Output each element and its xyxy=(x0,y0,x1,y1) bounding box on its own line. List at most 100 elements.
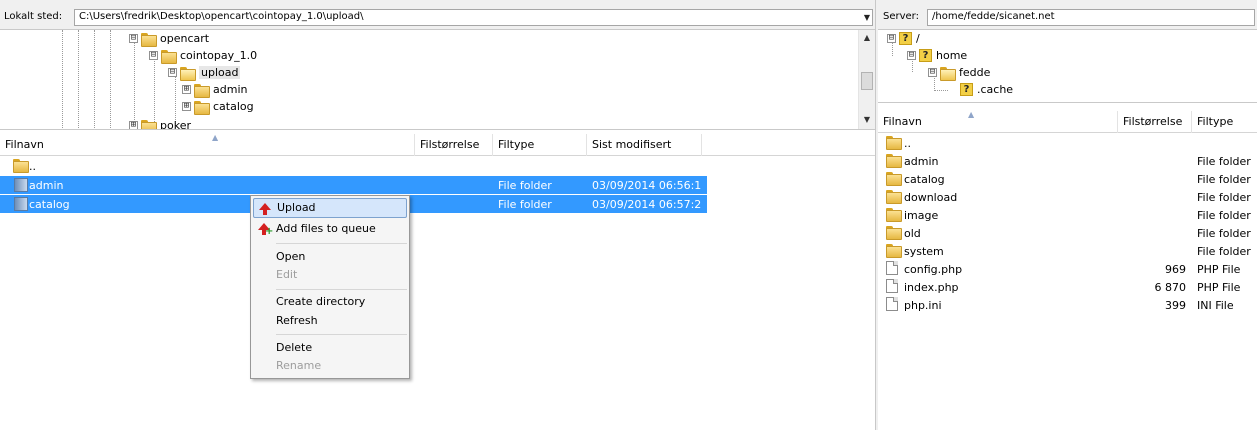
folder-icon xyxy=(161,49,177,64)
collapse-icon[interactable]: ⊟ xyxy=(907,51,916,60)
remote-file-list: .. admin File folder catalog File folder… xyxy=(878,134,1257,430)
column-filetype[interactable]: Filtype xyxy=(1192,111,1257,133)
collapse-icon[interactable]: ⊟ xyxy=(928,68,937,77)
folder-icon xyxy=(886,153,902,168)
list-item[interactable]: admin File folder xyxy=(878,152,1257,170)
expand-icon[interactable]: ⊞ xyxy=(182,85,191,94)
folder-icon xyxy=(886,243,902,258)
context-menu: Upload + Add files to queue Open Edit Cr… xyxy=(250,195,410,379)
folder-icon xyxy=(141,119,157,129)
folder-icon xyxy=(13,196,28,211)
folder-icon xyxy=(13,177,28,192)
column-filesize[interactable]: Filstørrelse xyxy=(415,134,493,156)
scroll-thumb[interactable] xyxy=(861,72,873,90)
column-modified[interactable]: Sist modifisert xyxy=(587,134,702,156)
question-icon: ? xyxy=(919,49,932,62)
question-icon: ? xyxy=(899,32,912,45)
menu-item-edit[interactable]: Edit xyxy=(253,265,407,285)
list-item[interactable]: system File folder xyxy=(878,242,1257,260)
scroll-down-icon[interactable]: ▼ xyxy=(859,112,875,128)
expand-icon[interactable]: ⊞ xyxy=(182,102,191,111)
tree-item-cointopay[interactable]: ⊟ cointopay_1.0 xyxy=(149,47,257,64)
menu-item-open[interactable]: Open xyxy=(253,247,407,267)
menu-item-add-to-queue[interactable]: + Add files to queue xyxy=(253,219,407,239)
tree-item-catalog[interactable]: ⊞ catalog xyxy=(182,98,254,115)
column-filename[interactable]: Filnavn ▲ xyxy=(878,111,1118,133)
remote-address-bar: Server: /home/fedde/sicanet.net xyxy=(878,0,1257,30)
sort-ascending-icon: ▲ xyxy=(212,134,219,142)
tree-item-opencart[interactable]: ⊟ opencart xyxy=(129,30,209,47)
menu-separator xyxy=(276,334,407,335)
tree-item-label: admin xyxy=(213,83,248,96)
folder-icon xyxy=(886,207,902,222)
upload-arrow-icon xyxy=(259,203,271,215)
list-item[interactable]: .. xyxy=(878,134,1257,152)
menu-item-upload[interactable]: Upload xyxy=(253,198,407,218)
column-filesize[interactable]: Filstørrelse xyxy=(1118,111,1192,133)
collapse-icon[interactable]: ⊟ xyxy=(887,34,896,43)
menu-separator xyxy=(276,243,407,244)
menu-item-refresh[interactable]: Refresh xyxy=(253,311,407,331)
column-filetype[interactable]: Filtype xyxy=(493,134,587,156)
file-icon xyxy=(886,278,898,293)
menu-item-create-directory[interactable]: Create directory xyxy=(253,292,407,312)
local-address-input[interactable]: C:\Users\fredrik\Desktop\opencart\cointo… xyxy=(74,9,873,26)
tree-item-admin[interactable]: ⊞ admin xyxy=(182,81,247,98)
local-address-label: Lokalt sted: xyxy=(4,11,63,22)
menu-item-delete[interactable]: Delete xyxy=(253,338,407,358)
tree-item-label: .cache xyxy=(977,83,1014,96)
local-pane: Lokalt sted: C:\Users\fredrik\Desktop\op… xyxy=(0,0,875,430)
folder-icon xyxy=(886,225,902,240)
list-item-admin[interactable]: admin File folder 03/09/2014 06:56:16 xyxy=(0,176,707,194)
tree-item-label: opencart xyxy=(160,32,210,45)
folder-icon xyxy=(886,189,902,204)
tree-item-label: / xyxy=(916,32,920,45)
list-item[interactable]: download File folder xyxy=(878,188,1257,206)
tree-item-label: upload xyxy=(199,66,241,79)
sort-ascending-icon: ▲ xyxy=(968,111,975,119)
list-item[interactable]: image File folder xyxy=(878,206,1257,224)
folder-icon xyxy=(13,158,29,173)
tree-item-poker[interactable]: ⊞ poker xyxy=(129,117,191,130)
list-item[interactable]: php.ini 399 INI File xyxy=(878,296,1257,314)
local-list-header: Filnavn ▲ Filstørrelse Filtype Sist modi… xyxy=(0,134,875,156)
tree-item-root[interactable]: ⊟ ? / xyxy=(887,30,920,47)
list-item[interactable]: index.php 6 870 PHP File xyxy=(878,278,1257,296)
remote-pane: Server: /home/fedde/sicanet.net ⊟ ? / ⊟ … xyxy=(878,0,1257,430)
folder-icon xyxy=(194,83,210,98)
local-address-value: C:\Users\fredrik\Desktop\opencart\cointo… xyxy=(79,11,364,22)
folder-icon xyxy=(886,135,902,150)
tree-item-upload[interactable]: ⊟ upload xyxy=(168,64,241,81)
list-item-parent[interactable]: .. xyxy=(0,157,415,175)
remote-address-value: /home/fedde/sicanet.net xyxy=(932,11,1055,22)
tree-item-cache[interactable]: ? .cache xyxy=(960,81,1013,98)
tree-item-fedde[interactable]: ⊟ fedde xyxy=(928,64,990,81)
collapse-icon[interactable]: ⊟ xyxy=(149,51,158,60)
add-to-queue-icon: + xyxy=(258,223,273,237)
list-item[interactable]: catalog File folder xyxy=(878,170,1257,188)
remote-address-input[interactable]: /home/fedde/sicanet.net xyxy=(927,9,1255,26)
tree-item-label: home xyxy=(936,49,968,62)
list-item[interactable]: config.php 969 PHP File xyxy=(878,260,1257,278)
remote-address-label: Server: xyxy=(883,11,919,22)
remote-list-header: Filnavn ▲ Filstørrelse Filtype xyxy=(878,111,1257,133)
list-item[interactable]: old File folder xyxy=(878,224,1257,242)
expand-icon[interactable]: ⊞ xyxy=(129,121,138,129)
folder-icon xyxy=(194,100,210,115)
folder-icon xyxy=(141,32,157,47)
local-address-bar: Lokalt sted: C:\Users\fredrik\Desktop\op… xyxy=(0,0,875,30)
menu-item-rename[interactable]: Rename xyxy=(253,356,407,376)
collapse-icon[interactable]: ⊟ xyxy=(168,68,177,77)
tree-item-label: poker xyxy=(160,119,191,130)
file-icon xyxy=(886,296,898,311)
open-folder-icon xyxy=(940,66,956,81)
question-icon: ? xyxy=(960,83,973,96)
file-icon xyxy=(886,260,898,275)
collapse-icon[interactable]: ⊟ xyxy=(129,34,138,43)
local-tree-scrollbar[interactable]: ▲ ▼ xyxy=(858,30,875,129)
tree-item-home[interactable]: ⊟ ? home xyxy=(907,47,967,64)
tree-item-label: fedde xyxy=(959,66,991,79)
scroll-up-icon[interactable]: ▲ xyxy=(859,30,875,46)
chevron-down-icon[interactable]: ▼ xyxy=(864,13,870,22)
column-filename[interactable]: Filnavn ▲ xyxy=(0,134,415,156)
